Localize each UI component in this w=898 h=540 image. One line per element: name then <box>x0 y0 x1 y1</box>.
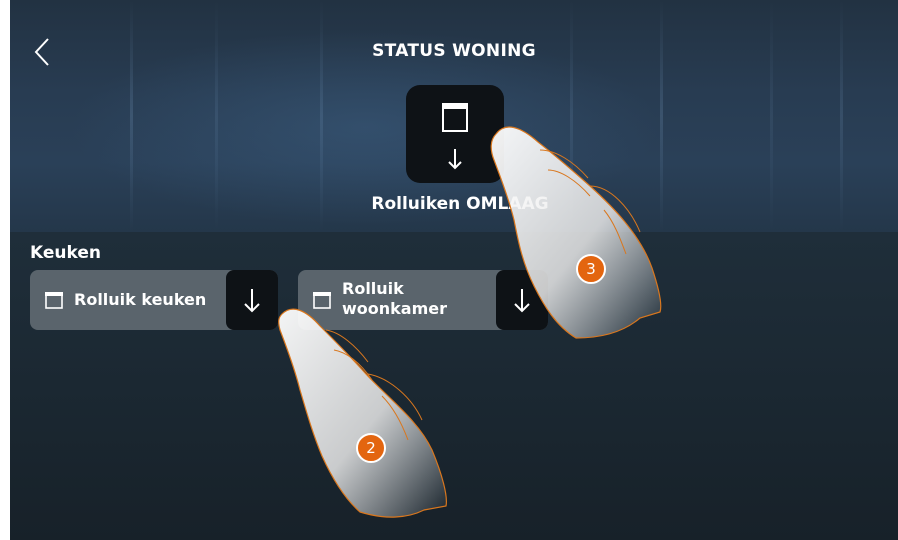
device-card-rolluik-keuken[interactable]: Rolluik keuken <box>30 270 278 330</box>
device-card-rolluik-woonkamer[interactable]: Rolluik woonkamer <box>298 270 548 330</box>
all-shutters-down-label: Rolluiken OMLAAG <box>371 194 549 214</box>
room-label: Keuken <box>30 243 101 263</box>
shutter-down-button[interactable] <box>496 270 548 330</box>
device-label: Rolluik woonkamer <box>342 279 448 318</box>
device-label: Rolluik keuken <box>74 290 207 309</box>
step-badge-3: 3 <box>576 254 606 284</box>
step-badge-2: 2 <box>356 433 386 463</box>
shutter-icon <box>313 292 331 309</box>
device-screen: STATUS WONING Rolluiken OMLAAG Keuken Ro… <box>10 0 898 540</box>
arrow-down-icon <box>514 289 530 313</box>
arrow-down-icon <box>448 149 462 170</box>
all-shutters-down-button[interactable] <box>406 85 504 183</box>
shutter-icon <box>45 292 63 309</box>
arrow-down-icon <box>244 289 260 313</box>
page-title: STATUS WONING <box>372 41 536 61</box>
shutter-down-button[interactable] <box>226 270 278 330</box>
shutter-icon <box>442 103 468 132</box>
